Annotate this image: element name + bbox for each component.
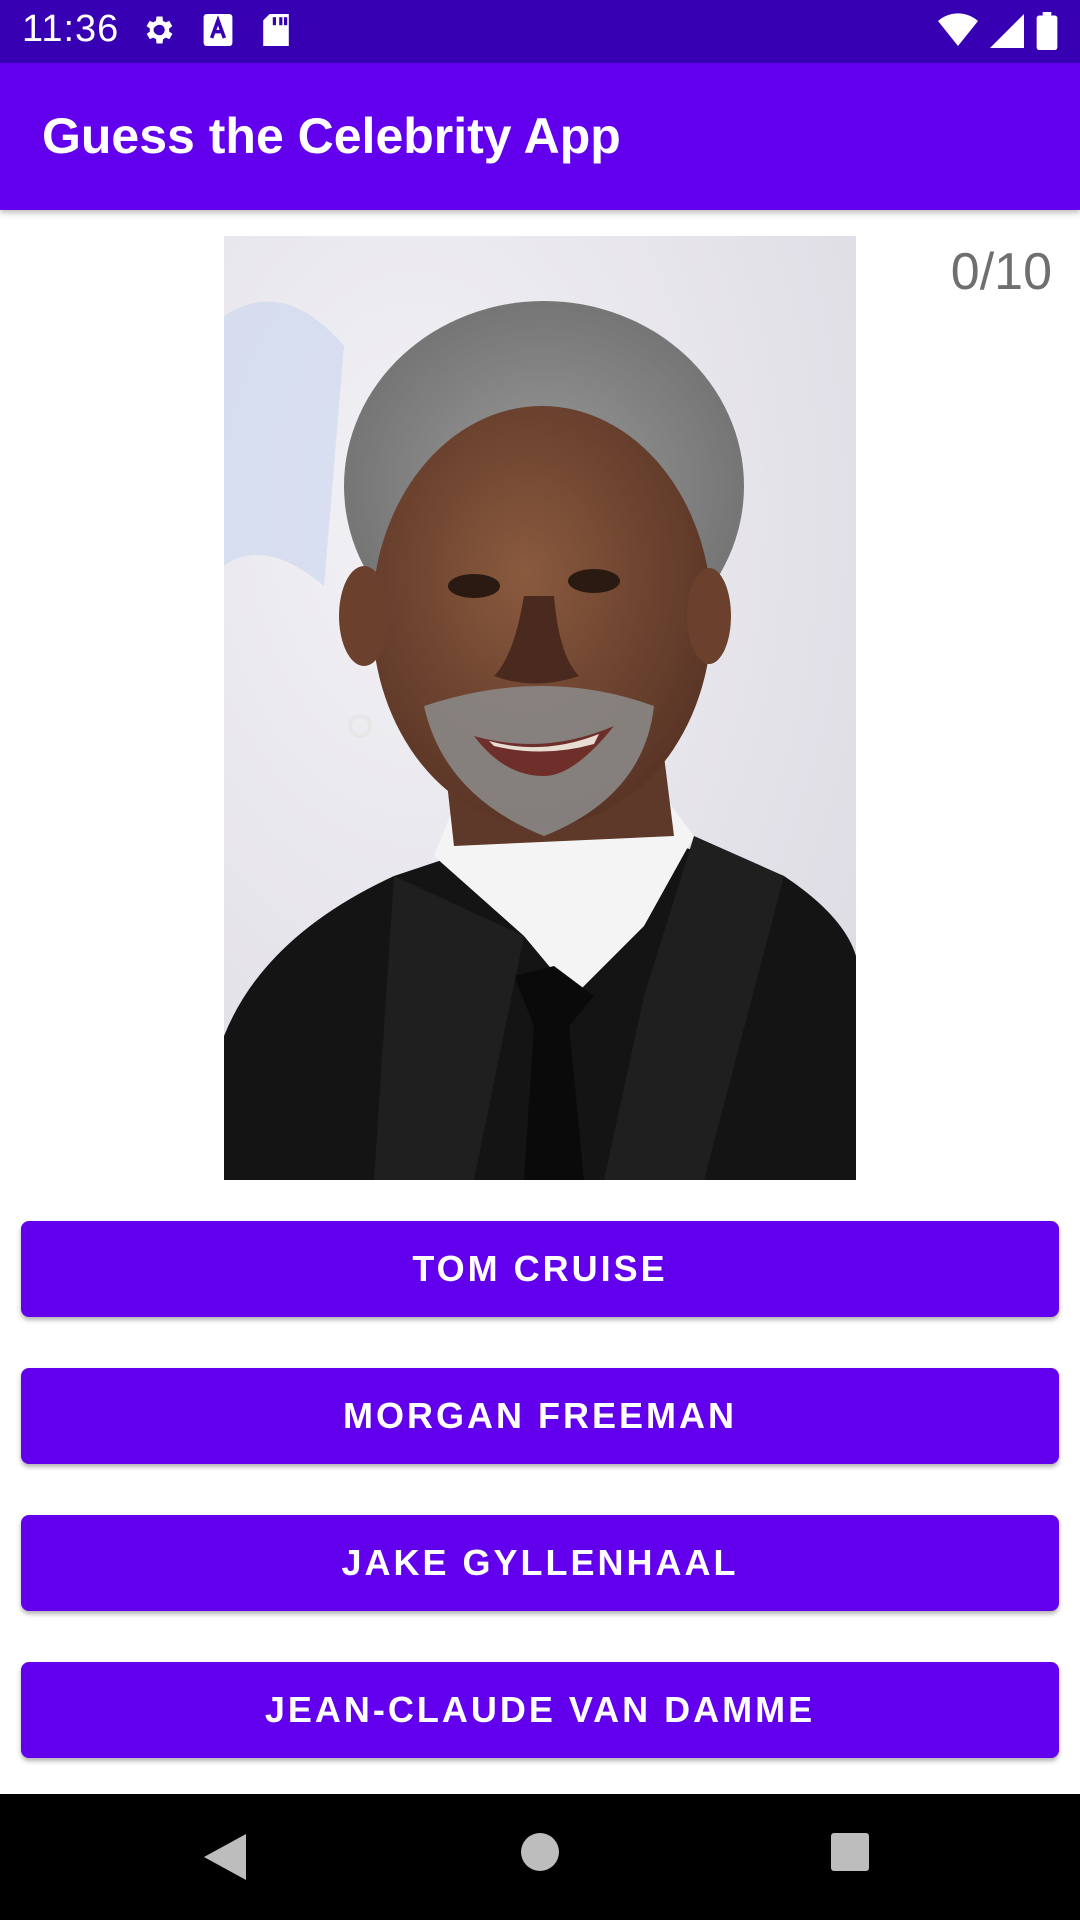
signal-icon [990,13,1024,54]
home-icon[interactable] [520,1832,560,1877]
status-time: 11:36 [22,8,120,50]
score-counter: 0/10 [950,243,1052,301]
sd-card-icon [260,12,292,53]
status-icons-right [938,12,1058,55]
status-icons-left [140,12,292,53]
answer-button-1[interactable]: TOM CRUISE [21,1221,1059,1317]
gear-icon [140,12,176,53]
answer-button-2[interactable]: MORGAN FREEMAN [21,1368,1059,1464]
wifi-icon [938,13,978,54]
battery-icon [1036,12,1058,55]
navigation-bar [0,1794,1080,1920]
back-icon[interactable] [202,1832,248,1887]
answer-button-3[interactable]: JAKE GYLLENHAAL [21,1515,1059,1611]
celebrity-photo [224,236,856,1180]
app-bar: Guess the Celebrity App [0,63,1080,210]
text-a-icon [202,12,234,53]
answer-button-4[interactable]: JEAN-CLAUDE VAN DAMME [21,1662,1059,1758]
recents-icon[interactable] [830,1832,870,1877]
status-bar: 11:36 [0,0,1080,63]
app-title: Guess the Celebrity App [42,108,621,164]
celebrity-photo-illustration [224,236,856,1180]
